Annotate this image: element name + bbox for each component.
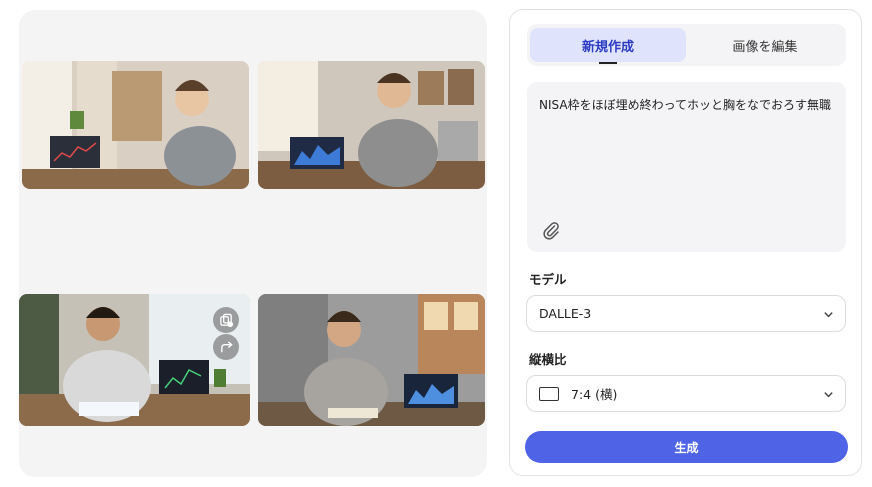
aspect-ratio-icon (539, 386, 559, 401)
aspect-ratio-select[interactable]: 7:4 (横) (526, 375, 846, 412)
generated-image-3[interactable] (19, 294, 250, 426)
generate-button[interactable]: 生成 (525, 431, 848, 463)
generated-image-4[interactable] (258, 294, 485, 426)
active-tab-indicator (599, 62, 617, 64)
model-value: DALLE-3 (539, 306, 592, 321)
aspect-ratio-value: 7:4 (横) (571, 387, 618, 402)
chevron-down-icon (824, 392, 833, 398)
share-icon[interactable] (213, 334, 239, 360)
model-select[interactable]: DALLE-3 (526, 295, 846, 332)
tab-new[interactable]: 新規作成 (530, 28, 686, 62)
generation-panel: 新規作成 画像を編集 NISA枠をほぼ埋め終わってホッと胸をなでおろす無職 モデ… (509, 9, 862, 476)
image-gallery (19, 10, 487, 477)
aspect-ratio-label: 縦横比 (529, 352, 567, 367)
mode-tabs: 新規作成 画像を編集 (527, 24, 846, 66)
tab-edit-image[interactable]: 画像を編集 (687, 28, 843, 62)
paperclip-icon[interactable] (541, 220, 561, 240)
chevron-down-icon (824, 312, 833, 318)
generated-image-1[interactable] (22, 61, 249, 189)
generated-image-2[interactable] (258, 61, 485, 189)
prompt-text: NISA枠をほぼ埋め終わってホッと胸をなでおろす無職 (539, 98, 831, 112)
prompt-input[interactable]: NISA枠をほぼ埋め終わってホッと胸をなでおろす無職 (527, 82, 846, 252)
copy-variation-icon[interactable] (213, 307, 239, 333)
model-label: モデル (529, 272, 567, 287)
